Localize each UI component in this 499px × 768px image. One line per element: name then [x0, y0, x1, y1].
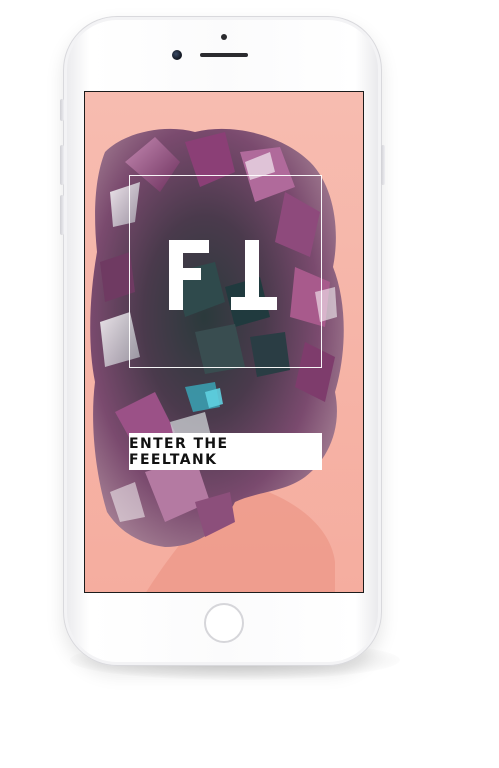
- app-screenshot: ENTER THE FEELTANK: [0, 0, 499, 768]
- volume-up-button: [60, 145, 64, 185]
- power-button: [381, 145, 385, 185]
- app-screen: ENTER THE FEELTANK: [84, 91, 364, 593]
- earpiece-speaker: [200, 53, 248, 57]
- volume-down-button: [60, 195, 64, 235]
- feeltank-logo: [169, 240, 277, 310]
- phone-frame: ENTER THE FEELTANK: [60, 16, 385, 666]
- proximity-sensor: [221, 34, 227, 40]
- enter-feeltank-button[interactable]: ENTER THE FEELTANK: [129, 433, 322, 470]
- home-button[interactable]: [204, 603, 244, 643]
- front-camera-icon: [172, 50, 182, 60]
- silent-switch: [60, 99, 64, 121]
